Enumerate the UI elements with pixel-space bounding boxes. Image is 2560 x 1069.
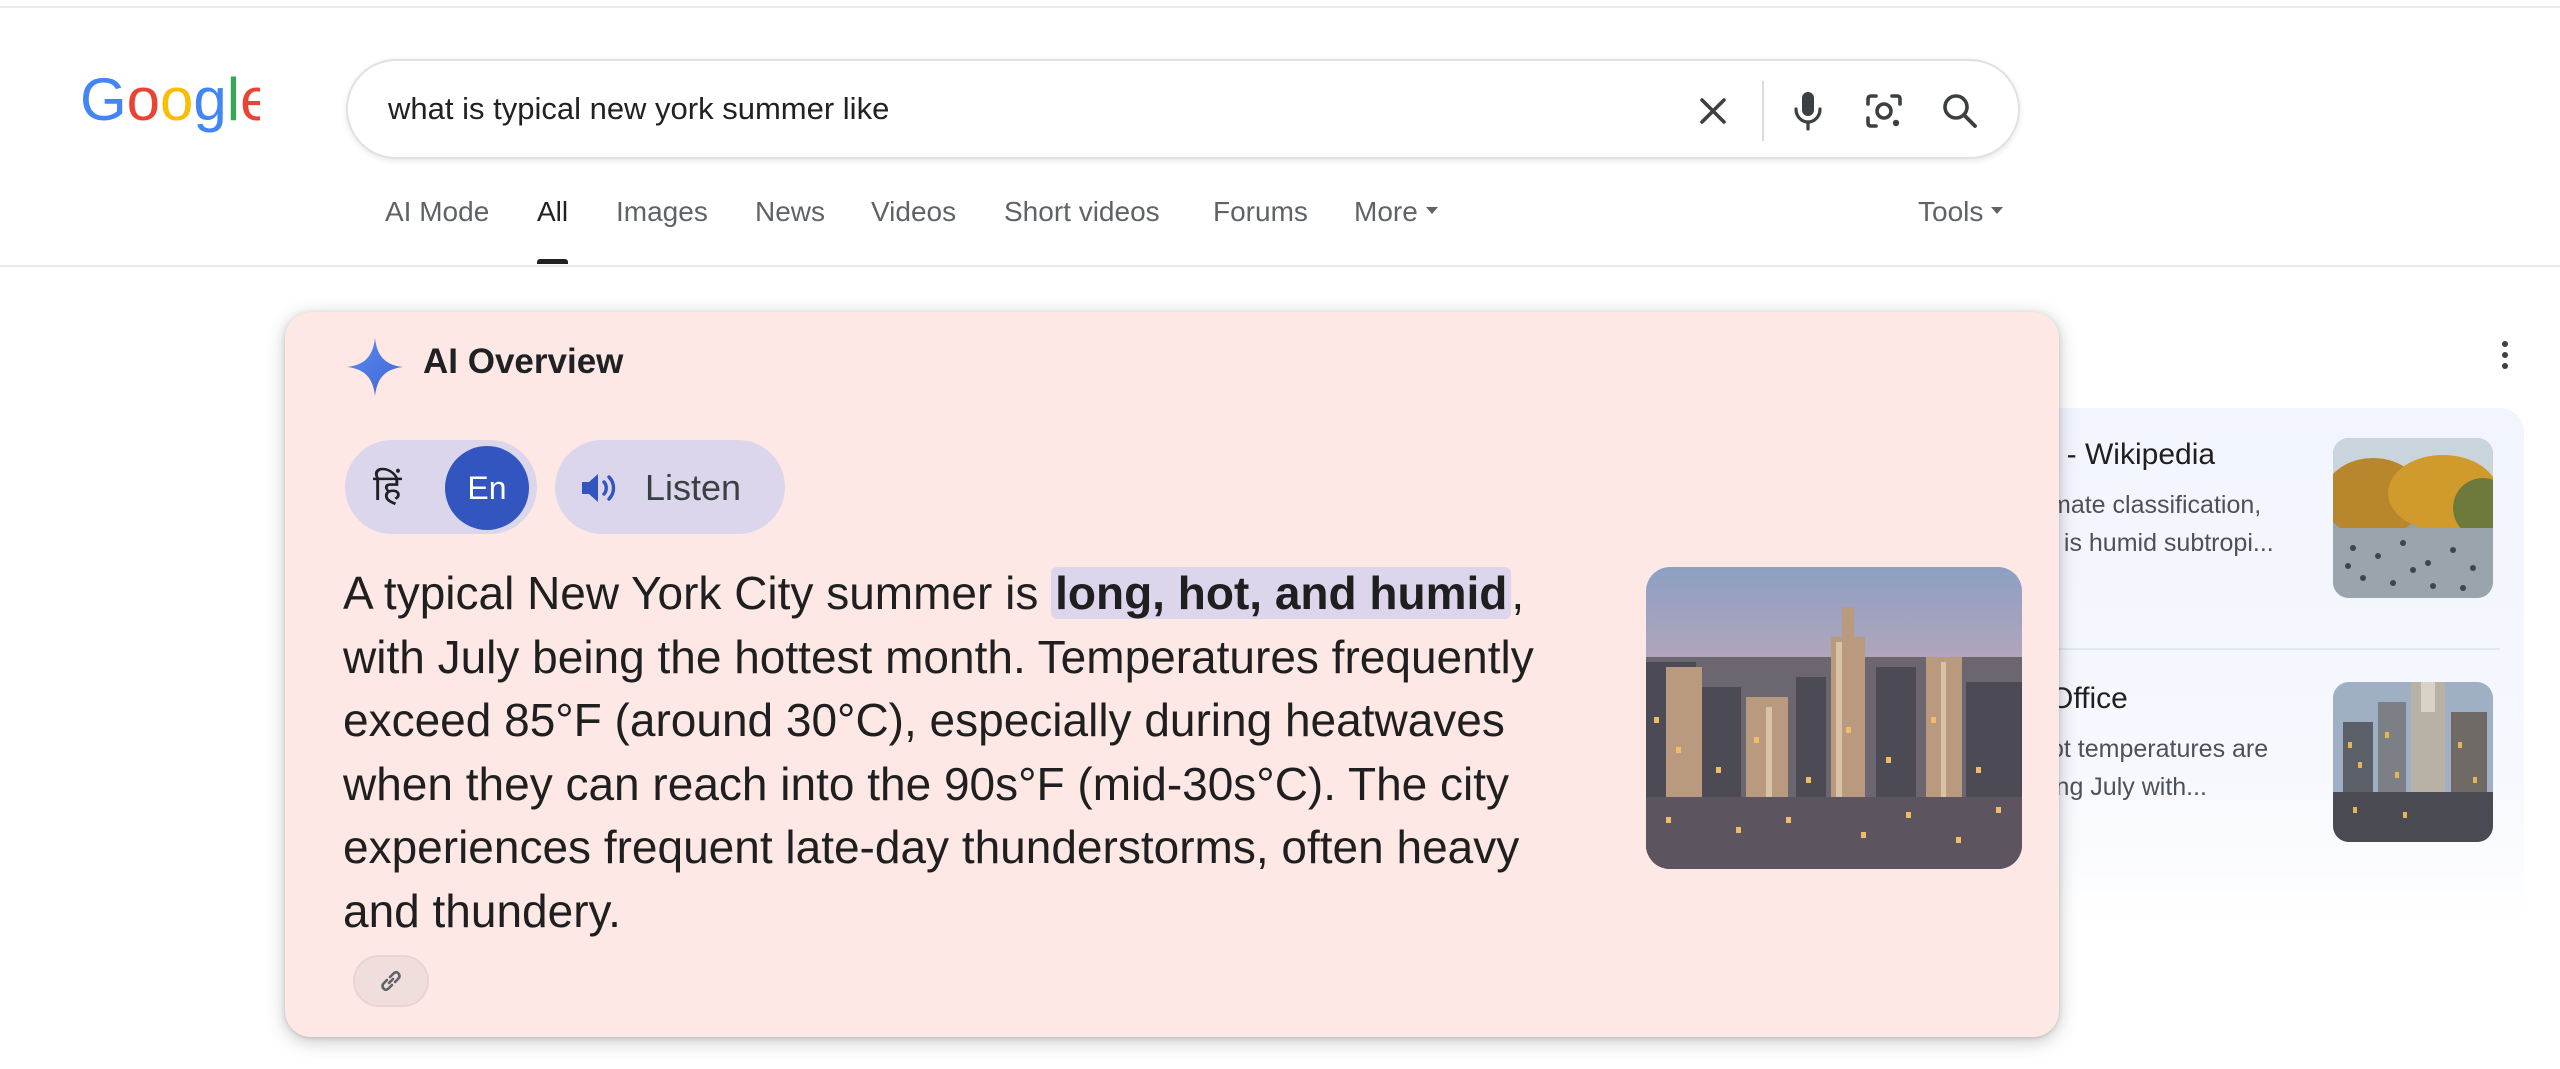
speaker-icon bbox=[582, 474, 616, 502]
overview-line: experiences frequent late-day thundersto… bbox=[343, 821, 1520, 873]
sources-panel: / - Wikipedia mate classification, / is … bbox=[2010, 408, 2524, 928]
source-snippet: mate classification, / is humid subtropi… bbox=[2050, 486, 2320, 562]
skyscraper-image[interactable] bbox=[2333, 682, 2493, 842]
tab-label: Forums bbox=[1213, 196, 1308, 227]
tab-videos[interactable]: Videos bbox=[871, 196, 956, 266]
tab-ai-mode[interactable]: AI Mode bbox=[385, 196, 489, 266]
source-snippet: ot temperatures are ing July with... bbox=[2050, 730, 2320, 806]
camera-lens-icon bbox=[1866, 94, 1902, 128]
chevron-down-icon bbox=[1425, 207, 1438, 215]
overview-line: A typical New York City summer is long, … bbox=[343, 562, 1633, 626]
more-options-button[interactable] bbox=[2490, 330, 2520, 380]
overview-line: and thundery. bbox=[343, 884, 621, 937]
search-submit-button[interactable] bbox=[1932, 83, 1988, 139]
tab-label: Images bbox=[616, 196, 708, 227]
kebab-dot bbox=[2502, 352, 2508, 358]
overview-line: when they can reach into the 90s°F (mid-… bbox=[343, 757, 1510, 810]
kebab-dot bbox=[2502, 341, 2508, 347]
tab-label: More bbox=[1354, 196, 1418, 227]
snippet-line: / is humid subtropi... bbox=[2050, 529, 2274, 557]
sparkle-icon bbox=[347, 338, 403, 396]
tabs-divider bbox=[0, 265, 2560, 267]
search-results-page: Google what is typical new york summer l… bbox=[0, 0, 2560, 1069]
listen-label: Listen bbox=[645, 467, 742, 508]
snippet-line: mate classification, bbox=[2050, 491, 2262, 519]
tab-more[interactable]: More bbox=[1354, 196, 1438, 266]
microphone-icon bbox=[1794, 92, 1822, 131]
source-divider bbox=[2040, 648, 2500, 650]
tab-short-videos[interactable]: Short videos bbox=[1004, 196, 1160, 266]
highlighted-phrase: long, hot, and humid bbox=[1051, 567, 1512, 619]
link-icon bbox=[381, 970, 401, 992]
tab-label: Videos bbox=[871, 196, 957, 227]
tab-label: News bbox=[755, 196, 826, 227]
english-language-button[interactable]: En bbox=[445, 446, 529, 530]
text-run: A typical New York City summer is bbox=[343, 567, 1052, 619]
svg-text:Google: Google bbox=[80, 72, 260, 133]
overview-line: exceed 85°F (around 30°C), especially du… bbox=[343, 694, 1505, 746]
language-toggle: हिं En bbox=[345, 440, 537, 534]
source-title[interactable]: / - Wikipedia bbox=[2050, 438, 2215, 472]
active-tab-underline bbox=[537, 259, 569, 264]
tab-forums[interactable]: Forums bbox=[1213, 196, 1308, 266]
search-input[interactable] bbox=[388, 83, 1638, 135]
source-card[interactable]: / - Wikipedia mate classification, / is … bbox=[2010, 408, 2524, 608]
search-icon bbox=[1943, 94, 1977, 128]
clear-search-button[interactable] bbox=[1685, 83, 1741, 139]
tab-news[interactable]: News bbox=[755, 196, 825, 266]
source-title[interactable]: Office bbox=[2050, 682, 2128, 716]
tools-label: Tools bbox=[1918, 196, 1984, 227]
tab-label: All bbox=[537, 196, 569, 227]
top-divider bbox=[0, 0, 2560, 8]
tools-button[interactable]: Tools bbox=[1918, 196, 2004, 266]
hindi-language-button[interactable]: हिं bbox=[373, 462, 401, 511]
copy-link-button[interactable] bbox=[353, 955, 429, 1007]
snippet-line: ot temperatures are bbox=[2050, 735, 2269, 763]
tab-label: AI Mode bbox=[385, 196, 490, 227]
close-icon bbox=[1700, 98, 1726, 124]
voice-search-button[interactable] bbox=[1780, 83, 1836, 139]
ai-overview-title: AI Overview bbox=[423, 342, 624, 381]
image-search-button[interactable] bbox=[1856, 83, 1912, 139]
listen-button[interactable]: Listen bbox=[555, 440, 785, 534]
tab-all[interactable]: All bbox=[537, 196, 569, 266]
chevron-down-icon bbox=[1991, 207, 2004, 215]
ai-overview-card: AI Overview हिं En Listen A typical New … bbox=[285, 312, 2059, 1037]
search-box[interactable] bbox=[346, 59, 2020, 159]
search-box-divider bbox=[1762, 81, 1764, 141]
overview-line: with July being the hottest month. Tempe… bbox=[343, 630, 1534, 683]
ai-overview-text: A typical New York City summer is long, … bbox=[343, 562, 1633, 943]
city-skyline-image[interactable] bbox=[1646, 567, 2022, 869]
park-crowd-image[interactable] bbox=[2333, 438, 2493, 598]
tab-label: Short videos bbox=[1004, 196, 1160, 227]
tab-images[interactable]: Images bbox=[616, 196, 708, 266]
kebab-dot bbox=[2502, 363, 2508, 369]
snippet-line: ing July with... bbox=[2050, 773, 2208, 801]
text-run: , bbox=[1511, 567, 1525, 619]
source-card[interactable]: Office ot temperatures are ing July with… bbox=[2010, 652, 2524, 852]
google-logo[interactable]: Google bbox=[80, 72, 260, 136]
